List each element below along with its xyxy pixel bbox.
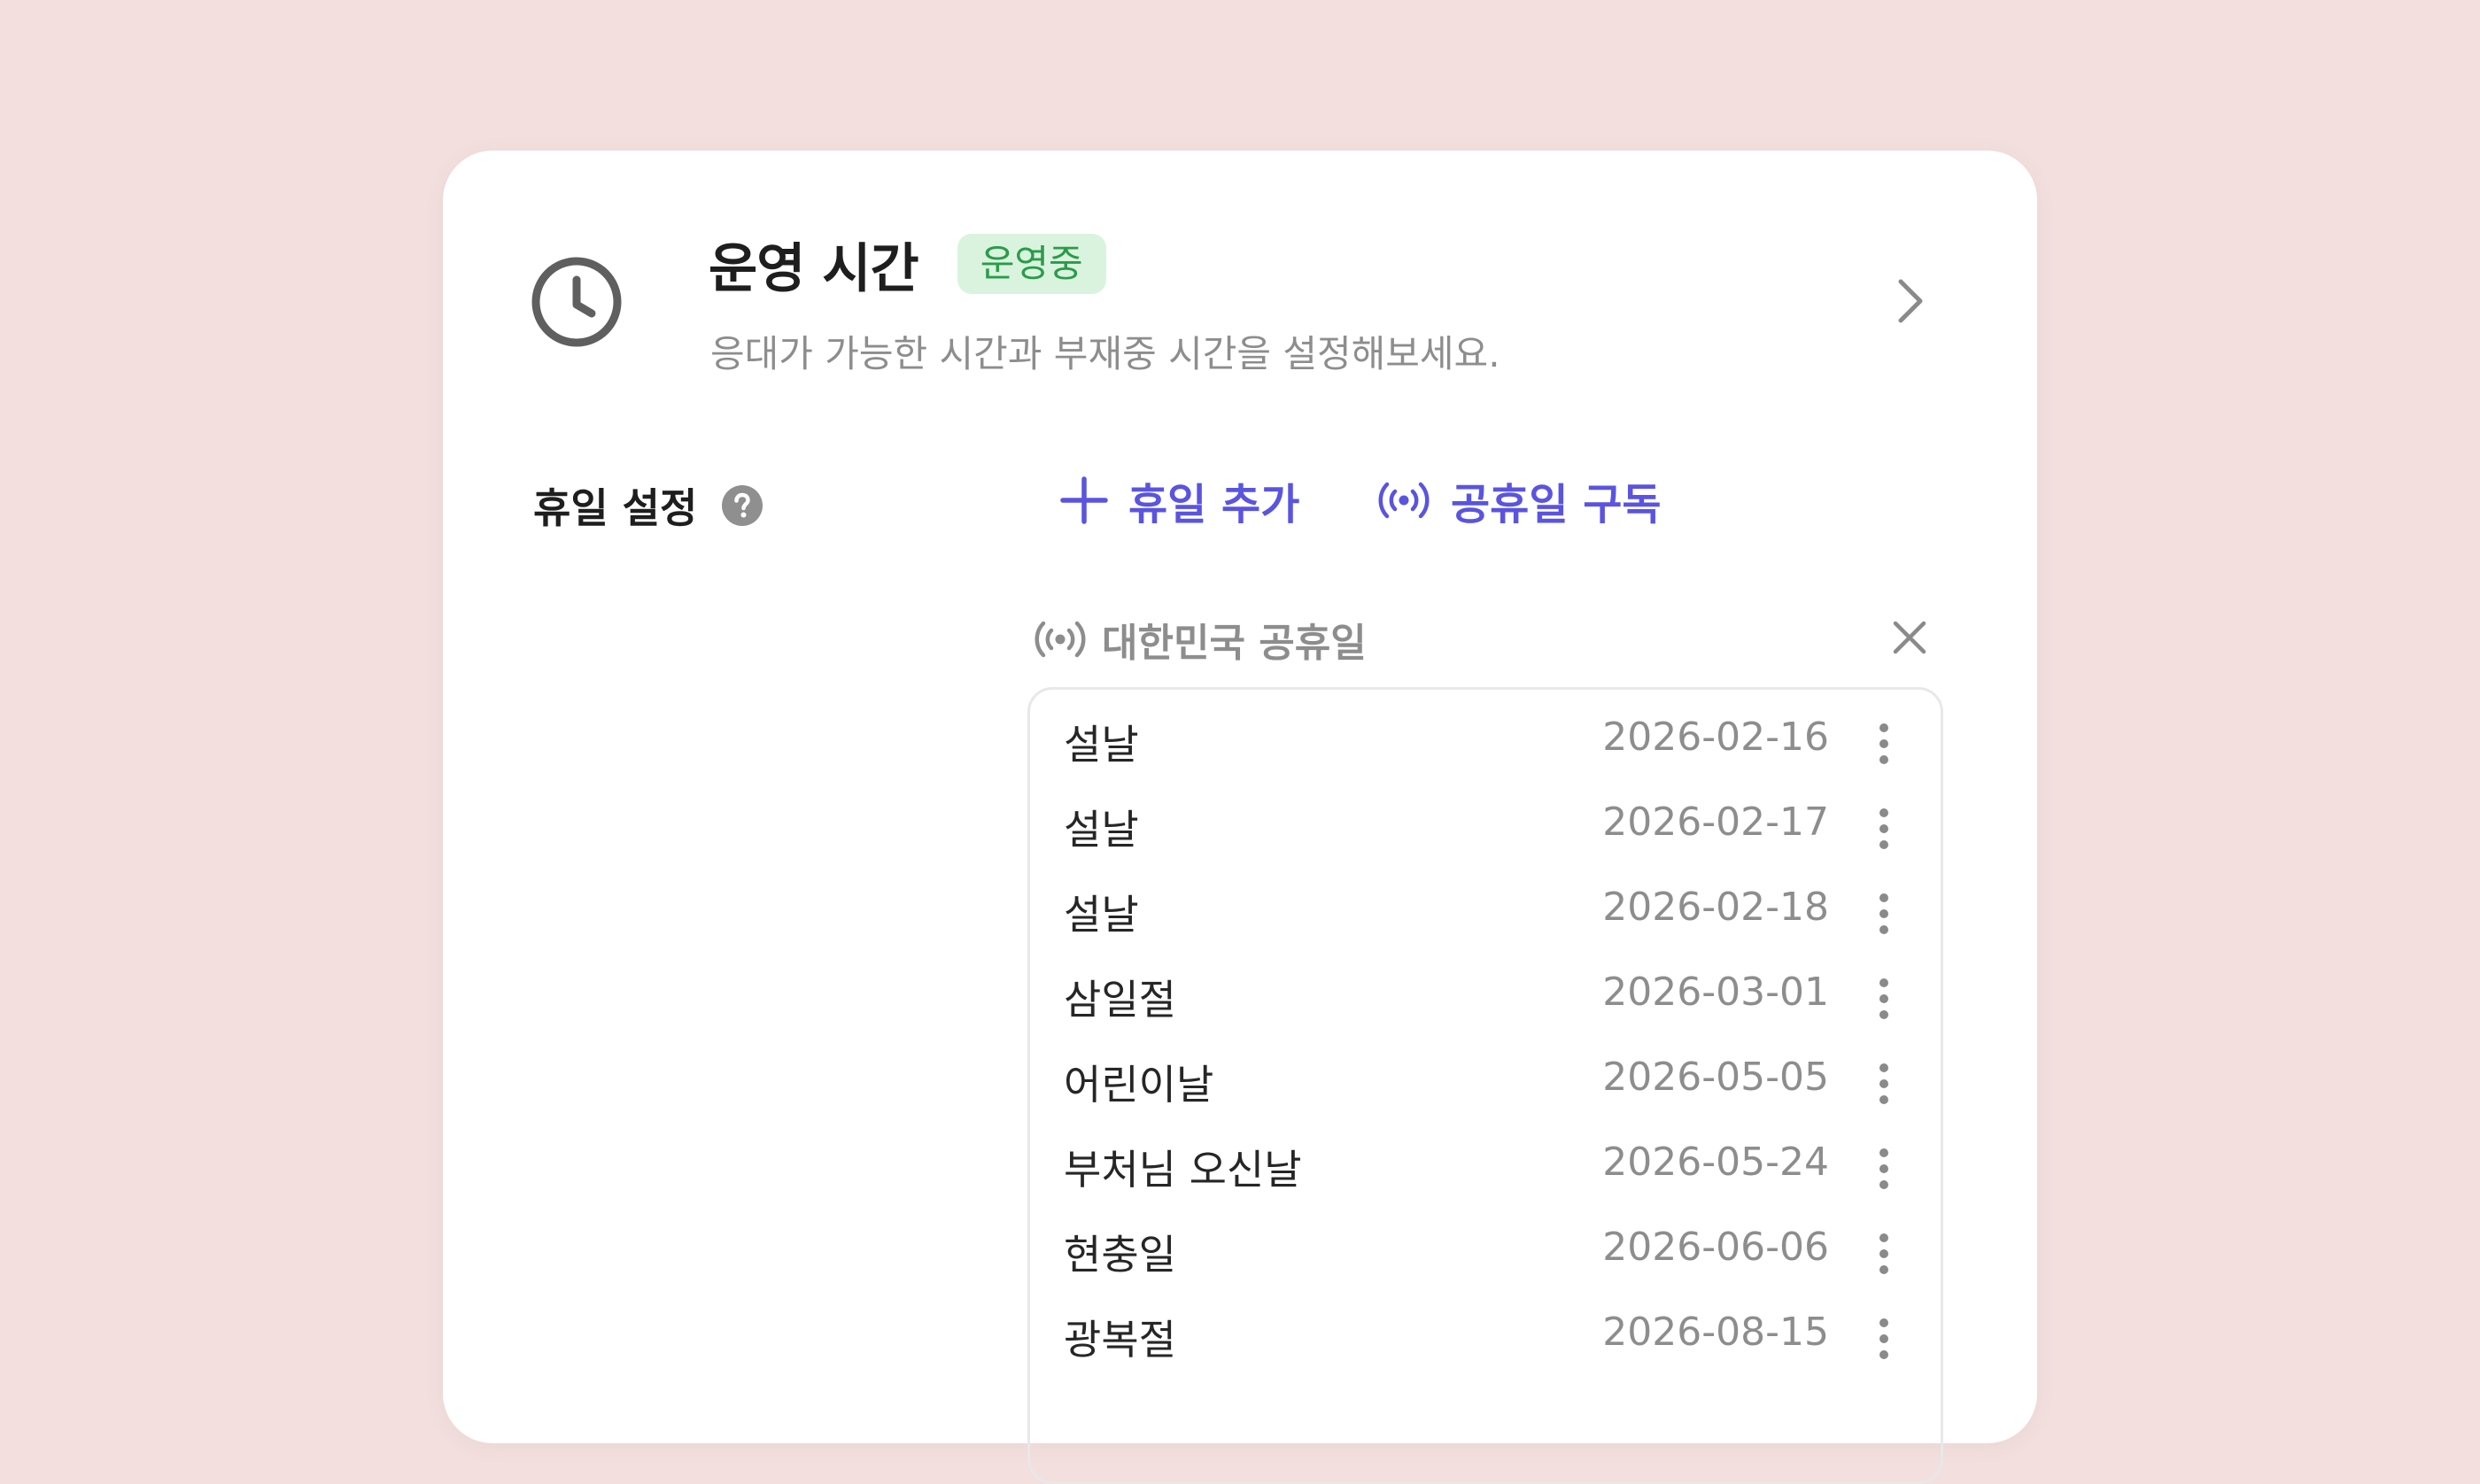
holiday-date: 2026-08-15 — [1602, 1310, 1829, 1355]
kebab-menu-icon[interactable] — [1877, 1147, 1891, 1191]
holiday-date: 2026-03-01 — [1602, 970, 1829, 1015]
holiday-date: 2026-02-18 — [1602, 885, 1829, 930]
operating-hours-card: 운영 시간 운영중 응대가 가능한 시간과 부재중 시간을 설정해보세요. 휴일… — [443, 151, 2037, 1484]
holiday-date: 2026-05-24 — [1602, 1140, 1829, 1185]
holiday-settings-title: 휴일 설정 — [533, 484, 698, 532]
kebab-menu-icon[interactable] — [1877, 722, 1891, 766]
holiday-date: 2026-02-16 — [1602, 715, 1829, 760]
holiday-name: 설날 — [1064, 891, 1139, 939]
subscription-name: 대한민국 공휴일 — [1102, 621, 1367, 666]
page-title: 운영 시간 — [709, 237, 919, 300]
clock-icon — [531, 257, 622, 347]
holiday-list: 설날 2026-02-16 설날 2026-02-17 설날 2026-02-1… — [1027, 687, 1943, 1484]
question-circle-icon[interactable] — [722, 485, 763, 526]
chevron-right-icon[interactable] — [1883, 274, 1936, 328]
holiday-name: 현충일 — [1064, 1231, 1176, 1279]
subscribe-label: 공휴일 구독 — [1451, 480, 1662, 529]
list-item: 어린이날 2026-05-05 — [1030, 1039, 1941, 1124]
kebab-menu-icon[interactable] — [1877, 892, 1891, 936]
holiday-name: 어린이날 — [1064, 1061, 1214, 1109]
list-item: 설날 2026-02-18 — [1030, 869, 1941, 954]
list-item: 현충일 2026-06-06 — [1030, 1209, 1941, 1294]
list-item: 삼일절 2026-03-01 — [1030, 954, 1941, 1039]
list-item: 설날 2026-02-16 — [1030, 699, 1941, 784]
subscribe-public-holidays-button[interactable]: 공휴일 구독 — [1376, 469, 1662, 531]
list-item: 부처님 오신날 2026-05-24 — [1030, 1124, 1941, 1209]
list-item: 설날 2026-02-17 — [1030, 784, 1941, 869]
holiday-name: 부처님 오신날 — [1064, 1146, 1302, 1194]
holiday-date: 2026-02-17 — [1602, 800, 1829, 845]
kebab-menu-icon[interactable] — [1877, 977, 1891, 1021]
holiday-name: 설날 — [1064, 806, 1139, 854]
kebab-menu-icon[interactable] — [1877, 1232, 1891, 1276]
add-holiday-label: 휴일 추가 — [1128, 480, 1300, 529]
kebab-menu-icon[interactable] — [1877, 1062, 1891, 1106]
holiday-name: 설날 — [1064, 721, 1139, 769]
subscription-header: 대한민국 공휴일 — [1033, 611, 1367, 668]
add-holiday-button[interactable]: 휴일 추가 — [1059, 469, 1299, 531]
plus-icon — [1060, 476, 1108, 524]
holiday-name: 삼일절 — [1064, 976, 1176, 1024]
status-badge: 운영중 — [957, 234, 1106, 294]
holiday-date: 2026-05-05 — [1602, 1055, 1829, 1100]
kebab-menu-icon[interactable] — [1877, 807, 1891, 851]
title-row: 운영 시간 운영중 — [709, 228, 1106, 300]
holiday-date: 2026-06-06 — [1602, 1225, 1829, 1270]
list-item: 광복절 2026-08-15 — [1030, 1294, 1941, 1379]
holiday-name: 광복절 — [1064, 1316, 1176, 1364]
holiday-settings-label: 휴일 설정 — [533, 476, 763, 535]
broadcast-icon — [1378, 482, 1430, 519]
page-subtitle: 응대가 가능한 시간과 부재중 시간을 설정해보세요. — [710, 332, 1500, 375]
kebab-menu-icon[interactable] — [1877, 1317, 1891, 1361]
broadcast-icon — [1035, 621, 1086, 658]
close-icon[interactable] — [1890, 618, 1929, 657]
